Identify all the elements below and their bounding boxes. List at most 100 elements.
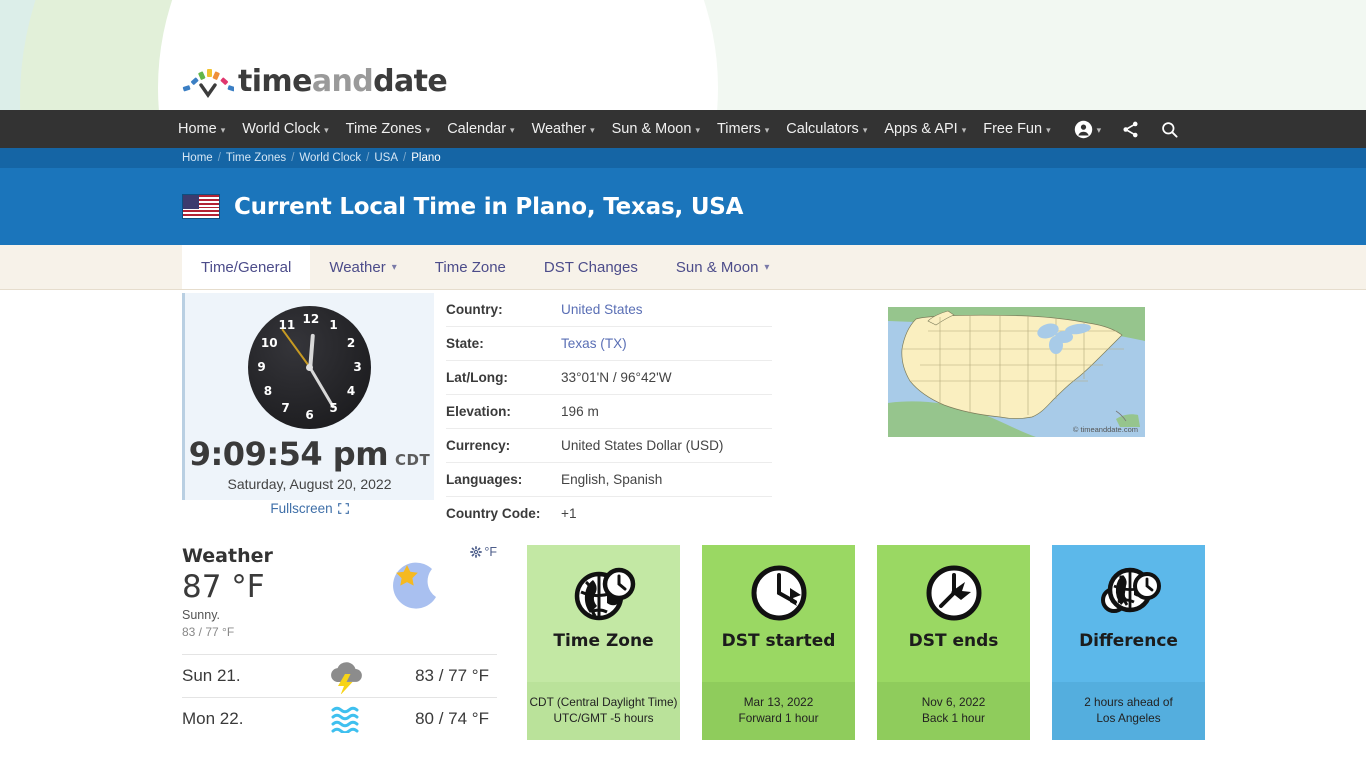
clock-second-hand [280,328,311,368]
card-line-2: UTC/GMT -5 hours [553,711,654,725]
info-value: Texas (TX) [561,326,772,361]
page-header: Current Local Time in Plano, Texas, USA [0,168,1366,391]
info-value: United States Dollar (USD) [561,428,772,463]
chevron-down-icon: ▾ [590,124,595,135]
tab-weather[interactable]: Weather ▾ [310,245,415,289]
info-value: +1 [561,506,577,521]
breadcrumb-separator: / [366,152,370,164]
share-button[interactable] [1121,120,1140,139]
tab-time-general[interactable]: Time/General [182,245,311,289]
info-key: Currency: [446,428,561,463]
nav-item-label: World Clock [242,121,321,137]
breadcrumb-item-time-zones[interactable]: Time Zones [226,152,286,164]
two-globes-clock-icon [1094,562,1164,624]
info-key: Country: [446,293,561,327]
clock-number: 5 [329,401,338,416]
nav-item-label: Timers [716,121,761,137]
weather-unit-toggle[interactable]: °F [470,545,497,559]
tab-label: Time/General [201,258,292,276]
info-key: Elevation: [446,394,561,429]
nav-item-label: Sun & Moon [611,121,692,137]
card-time-zone[interactable]: Time Zone CDT (Central Daylight Time) UT… [527,545,680,740]
nav-item-apps-api[interactable]: Apps & API ▾ [884,121,966,137]
nav-item-label: Weather [531,121,587,137]
state-link[interactable]: Texas (TX) [561,336,627,351]
chevron-down-icon: ▾ [961,124,967,135]
nav-item-sun-moon[interactable]: Sun & Moon ▾ [612,121,700,137]
breadcrumb-item-plano[interactable]: Plano [411,152,440,164]
table-row: Currency: United States Dollar (USD) [446,428,772,463]
info-key: Languages: [446,462,561,497]
nav-item-weather[interactable]: Weather ▾ [532,121,595,137]
clock-number: 8 [263,383,273,398]
weather-unit-label: °F [484,545,497,559]
info-value: English, Spanish [561,462,772,497]
logo-text-time: time [238,63,312,99]
rain-icon [307,705,387,733]
globe-clock-icon [569,562,639,624]
breadcrumb: Home / Time Zones / World Clock / USA / … [0,148,1366,168]
card-dst-ends[interactable]: DST ends Nov 6, 2022 Back 1 hour [877,545,1030,740]
us-flag-icon [182,194,220,219]
site-logo[interactable]: timeanddate [182,58,448,104]
fullscreen-label: Fullscreen [270,501,333,516]
country-link[interactable]: United States [561,302,643,317]
thunderstorm-icon [307,658,387,694]
weather-temperature: 87 °F [182,569,265,605]
nav-item-calculators[interactable]: Calculators ▾ [786,121,867,137]
analog-clock: 12 1 2 3 4 5 6 7 8 9 10 11 [248,306,371,429]
logo-text-date: date [373,63,448,99]
nav-item-timers[interactable]: Timers ▾ [717,121,769,137]
search-icon [1162,121,1178,138]
card-difference[interactable]: Difference 2 hours ahead of Los Angeles [1052,545,1205,740]
card-title: DST started [721,631,836,651]
forecast-row-sun-21[interactable]: Sun 21. 83 / 77 °F [182,654,497,697]
breadcrumb-item-usa[interactable]: USA [374,152,398,164]
card-line-2: Back 1 hour [922,711,985,725]
local-time-panel: 12 1 2 3 4 5 6 7 8 9 10 11 9:09:54 pm CDT Saturday, … [182,293,434,516]
tab-dst-changes[interactable]: DST Changes [525,245,657,289]
nav-item-label: Apps & API [884,121,958,137]
fullscreen-link[interactable]: Fullscreen [270,501,349,516]
tab-time-zone[interactable]: Time Zone [416,245,525,289]
card-line-1: 2 hours ahead of [1084,695,1173,710]
card-title: Difference [1079,631,1178,651]
card-dst-started[interactable]: DST started Mar 13, 2022 Forward 1 hour [702,545,855,740]
breadcrumb-item-world-clock[interactable]: World Clock [299,152,361,164]
clock-hour-hand [307,333,314,368]
tab-sun-moon[interactable]: Sun & Moon ▾ [657,245,789,289]
logo-text-and: and [311,63,374,99]
chevron-down-icon: ▾ [862,124,868,135]
logo-wordmark: timeanddate [238,63,448,99]
location-info-table: Country: United States State: Texas (TX)… [446,293,772,530]
nav-search-button[interactable] [1160,120,1179,139]
card-line-1: CDT (Central Daylight Time) [529,695,678,710]
map-credit: © timeanddate.com [1073,425,1138,434]
tab-label: Time Zone [434,258,506,276]
nav-item-world-clock[interactable]: World Clock ▾ [242,121,328,137]
card-title: Time Zone [553,631,654,651]
info-key: Country Code: [446,506,541,521]
weather-description: Sunny. [182,608,220,622]
breadcrumb-item-home[interactable]: Home [182,152,213,164]
nav-item-free-fun[interactable]: Free Fun ▾ [983,121,1050,137]
chevron-down-icon: ▾ [764,124,770,135]
chevron-down-icon: ▾ [324,124,329,135]
clock-number: 9 [257,359,266,374]
info-card-row: Time Zone CDT (Central Daylight Time) UT… [527,545,1205,740]
digital-time: 9:09:54 pm CDT [185,435,434,473]
account-menu-button[interactable]: ▾ [1074,120,1101,139]
nav-item-label: Free Fun [983,121,1043,137]
forecast-temps: 80 / 74 °F [415,709,489,728]
usa-map-image: © timeanddate.com [888,307,1145,437]
nav-item-home[interactable]: Home ▾ [178,121,225,137]
nav-item-time-zones[interactable]: Time Zones ▾ [346,121,431,137]
info-value: 196 m [561,394,772,429]
site-banner: timeanddate [0,0,1366,110]
location-map[interactable]: © timeanddate.com [888,307,1145,437]
forecast-row-mon-22[interactable]: Mon 22. 80 / 74 °F [182,697,497,740]
card-line-2: Los Angeles [1096,711,1161,725]
breadcrumb-separator: / [217,152,221,164]
nav-item-calendar[interactable]: Calendar ▾ [447,121,514,137]
account-icon [1074,120,1092,138]
